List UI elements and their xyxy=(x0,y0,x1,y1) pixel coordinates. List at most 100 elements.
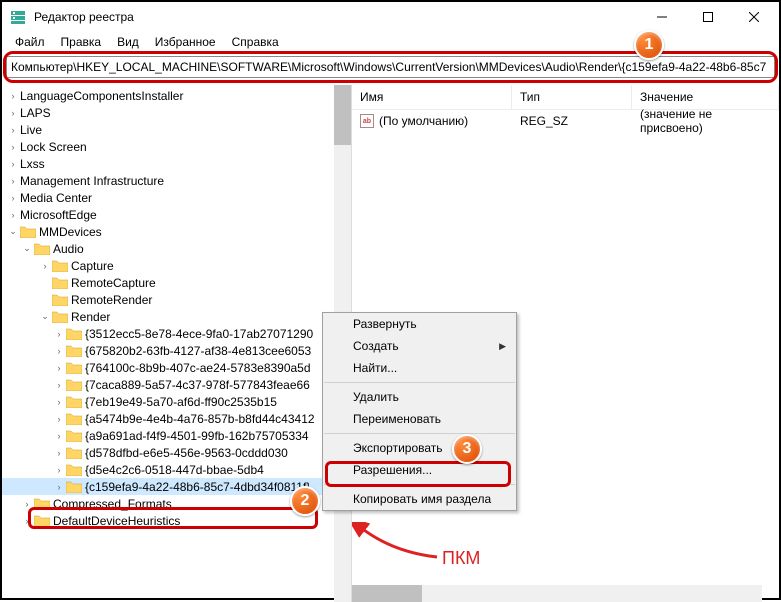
scrollbar-thumb[interactable] xyxy=(352,585,422,602)
addressbar-container xyxy=(6,54,775,81)
context-menu: Развернуть Создать▶ Найти... Удалить Пер… xyxy=(322,312,517,511)
folder-icon xyxy=(66,344,82,357)
tree-item[interactable]: ›{a9a691ad-f4f9-4501-99fb-162b75705334 xyxy=(2,427,351,444)
folder-icon xyxy=(66,361,82,374)
value-type: REG_SZ xyxy=(512,113,632,129)
tree-item-mmdevices[interactable]: ⌄MMDevices xyxy=(2,223,351,240)
expand-icon[interactable]: › xyxy=(52,395,66,409)
registry-tree: ›LanguageComponentsInstaller ›LAPS ›Live… xyxy=(2,85,351,531)
ctx-find[interactable]: Найти... xyxy=(323,357,516,379)
ctx-permissions[interactable]: Разрешения... xyxy=(323,459,516,481)
expand-icon[interactable]: › xyxy=(52,378,66,392)
expand-icon[interactable]: › xyxy=(52,361,66,375)
folder-icon xyxy=(66,463,82,476)
maximize-button[interactable] xyxy=(685,2,731,32)
annotation-badge-1: 1 xyxy=(634,30,664,60)
annotation-pkm-label: ПКМ xyxy=(442,548,480,569)
folder-icon xyxy=(52,276,68,289)
tree-item[interactable]: ›{d578dfbd-e6e5-456e-9563-0cddd030 xyxy=(2,444,351,461)
tree-item[interactable]: ›{7caca889-5a57-4c37-978f-577843feae66 xyxy=(2,376,351,393)
folder-icon xyxy=(34,242,50,255)
ctx-rename[interactable]: Переименовать xyxy=(323,408,516,430)
annotation-badge-3: 3 xyxy=(452,434,482,464)
tree-item[interactable]: ›Lock Screen xyxy=(2,138,351,155)
expand-icon[interactable]: › xyxy=(52,446,66,460)
folder-icon xyxy=(66,378,82,391)
values-scrollbar-h[interactable] xyxy=(352,585,762,602)
folder-icon xyxy=(66,412,82,425)
expand-icon[interactable]: › xyxy=(20,514,34,528)
minimize-button[interactable] xyxy=(639,2,685,32)
expand-icon[interactable]: › xyxy=(52,327,66,341)
expand-icon[interactable]: › xyxy=(6,89,20,103)
tree-item[interactable]: ›Management Infrastructure xyxy=(2,172,351,189)
scrollbar-thumb[interactable] xyxy=(334,85,351,145)
annotation-badge-2: 2 xyxy=(290,486,320,516)
expand-icon[interactable]: › xyxy=(6,157,20,171)
value-row[interactable]: ab(По умолчанию) REG_SZ (значение не при… xyxy=(352,110,779,130)
tree-item[interactable]: ›Media Center xyxy=(2,189,351,206)
menu-view[interactable]: Вид xyxy=(110,33,146,51)
menu-help[interactable]: Справка xyxy=(225,33,286,51)
expand-icon[interactable]: › xyxy=(38,259,52,273)
tree-item[interactable]: ›{7eb19e49-5a70-af6d-ff90c2535b15 xyxy=(2,393,351,410)
folder-icon xyxy=(52,259,68,272)
expand-icon[interactable]: › xyxy=(20,497,34,511)
folder-icon xyxy=(52,310,68,323)
ctx-separator xyxy=(324,433,515,434)
tree-item[interactable]: RemoteRender xyxy=(2,291,351,308)
ctx-expand[interactable]: Развернуть xyxy=(323,313,516,335)
expand-icon[interactable]: › xyxy=(52,412,66,426)
ctx-new[interactable]: Создать▶ xyxy=(323,335,516,357)
menu-favorites[interactable]: Избранное xyxy=(148,33,223,51)
tree-item[interactable]: RemoteCapture xyxy=(2,274,351,291)
collapse-icon[interactable]: ⌄ xyxy=(20,242,34,256)
folder-icon xyxy=(20,225,36,238)
tree-item[interactable]: ›{3512ecc5-8e78-4ece-9fa0-17ab27071290 xyxy=(2,325,351,342)
value-data: (значение не присвоено) xyxy=(632,106,779,136)
collapse-icon[interactable]: ⌄ xyxy=(6,225,20,239)
close-button[interactable] xyxy=(731,2,777,32)
tree-item[interactable]: ›MicrosoftEdge xyxy=(2,206,351,223)
folder-icon xyxy=(52,293,68,306)
tree-item[interactable]: ›{675820b2-63fb-4127-af38-4e813cee6053 xyxy=(2,342,351,359)
ctx-export[interactable]: Экспортировать xyxy=(323,437,516,459)
expand-icon[interactable]: › xyxy=(6,106,20,120)
expand-icon[interactable]: › xyxy=(52,480,66,494)
menu-edit[interactable]: Правка xyxy=(54,33,109,51)
expand-icon[interactable]: › xyxy=(6,123,20,137)
ctx-copy-key[interactable]: Копировать имя раздела xyxy=(323,488,516,510)
tree-pane[interactable]: ›LanguageComponentsInstaller ›LAPS ›Live… xyxy=(2,85,352,602)
titlebar: Редактор реестра xyxy=(2,2,779,32)
regedit-icon xyxy=(10,9,26,25)
submenu-arrow-icon: ▶ xyxy=(499,341,506,352)
expand-icon[interactable]: › xyxy=(52,344,66,358)
folder-icon xyxy=(66,429,82,442)
tree-item[interactable]: ›LAPS xyxy=(2,104,351,121)
tree-item[interactable]: ›{764100c-8b9b-407c-ae24-5783e8390a5d xyxy=(2,359,351,376)
tree-item[interactable]: ›{a5474b9e-4e4b-4a76-857b-b8fd44c43412 xyxy=(2,410,351,427)
tree-item[interactable]: ›{d5e4c2c6-0518-447d-bbae-5db4 xyxy=(2,461,351,478)
tree-item[interactable]: ›Capture xyxy=(2,257,351,274)
expand-icon[interactable]: › xyxy=(6,208,20,222)
expand-icon[interactable]: › xyxy=(6,191,20,205)
tree-item-render[interactable]: ⌄Render xyxy=(2,308,351,325)
tree-item-audio[interactable]: ⌄Audio xyxy=(2,240,351,257)
expand-icon[interactable]: › xyxy=(52,429,66,443)
folder-icon xyxy=(34,497,50,510)
addressbar-input[interactable] xyxy=(6,56,775,78)
col-type[interactable]: Тип xyxy=(512,85,632,109)
value-name: (По умолчанию) xyxy=(379,114,468,128)
tree-item[interactable]: ›Lxss xyxy=(2,155,351,172)
expand-icon[interactable]: › xyxy=(6,140,20,154)
ctx-delete[interactable]: Удалить xyxy=(323,386,516,408)
folder-icon xyxy=(66,327,82,340)
folder-icon xyxy=(66,480,82,493)
expand-icon[interactable]: › xyxy=(6,174,20,188)
col-name[interactable]: Имя xyxy=(352,85,512,109)
expand-icon[interactable]: › xyxy=(52,463,66,477)
menu-file[interactable]: Файл xyxy=(8,33,52,51)
tree-item[interactable]: ›Live xyxy=(2,121,351,138)
tree-item[interactable]: ›LanguageComponentsInstaller xyxy=(2,87,351,104)
collapse-icon[interactable]: ⌄ xyxy=(38,310,52,324)
